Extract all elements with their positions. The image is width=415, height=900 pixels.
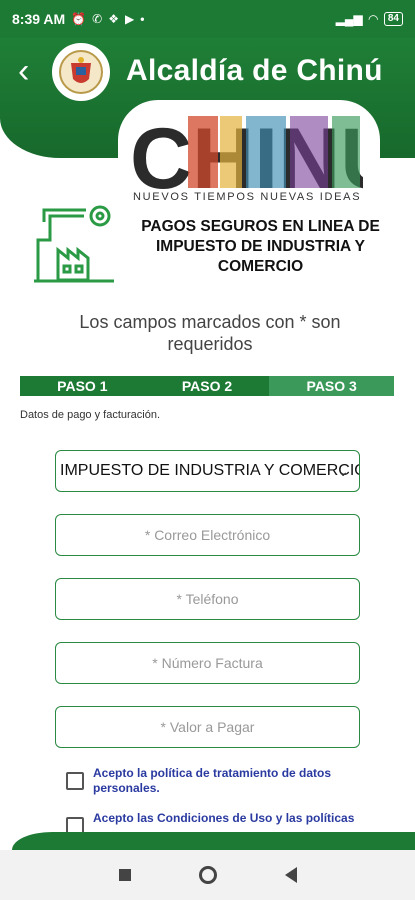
- recents-icon[interactable]: [118, 869, 131, 881]
- step-3[interactable]: PASO 3: [269, 376, 395, 396]
- logo-slogan: NUEVOS TIEMPOS NUEVAS IDEAS: [133, 191, 362, 203]
- step-progress: PASO 1 PASO 2 PASO 3: [20, 376, 395, 396]
- status-bar: 8:39 AM ⏰ ✆ ❖ ▶ • ▂▄▆ ◠ 84: [0, 0, 415, 38]
- terms-link[interactable]: Acepto las Condiciones de Uso y las polí…: [93, 811, 363, 826]
- chinu-logo: CHINÚ: [130, 111, 363, 203]
- amount-field[interactable]: * Valor a Pagar: [55, 706, 360, 748]
- invoice-number-field[interactable]: * Número Factura: [55, 642, 360, 684]
- chevron-left-icon: ‹: [18, 52, 30, 90]
- amount-placeholder: * Valor a Pagar: [160, 719, 255, 735]
- tax-type-select[interactable]: IMPUESTO DE INDUSTRIA Y COMERCIO ⌄: [55, 450, 360, 492]
- footer-band: [12, 832, 415, 852]
- dot-icon: •: [140, 12, 145, 26]
- home-icon[interactable]: [198, 866, 217, 884]
- tax-type-value: IMPUESTO DE INDUSTRIA Y COMERCIO: [60, 462, 360, 479]
- privacy-link[interactable]: Acepto la política de tratamiento de dat…: [93, 766, 363, 796]
- step-1[interactable]: PASO 1: [20, 376, 145, 396]
- signal-icon: ▂▄▆: [335, 12, 363, 26]
- privacy-consent-row: Acepto la política de tratamiento de dat…: [66, 766, 363, 796]
- required-fields-note: Los campos marcados con * son requeridos: [79, 312, 341, 354]
- page-heading: PAGOS SEGUROS EN LINEA DE IMPUESTO DE IN…: [141, 218, 380, 275]
- app-title: Alcaldía de Chinú: [126, 54, 383, 87]
- battery-icon: 84: [383, 12, 403, 26]
- status-time: 8:39 AM: [12, 11, 66, 27]
- back-button[interactable]: ‹: [18, 54, 48, 90]
- alarm-icon: ⏰: [71, 12, 87, 26]
- municipal-crest-logo: [52, 43, 110, 101]
- system-nav-bar: [0, 850, 415, 900]
- email-placeholder: * Correo Electrónico: [144, 527, 271, 543]
- phone-field[interactable]: * Teléfono: [55, 578, 360, 620]
- section-label: Datos de pago y facturación.: [20, 409, 161, 421]
- youtube-icon: ▶: [124, 12, 135, 26]
- app-icon: ❖: [108, 12, 119, 26]
- step-2[interactable]: PASO 2: [144, 376, 270, 396]
- back-triangle-icon[interactable]: [284, 867, 297, 883]
- whatsapp-icon: ✆: [92, 12, 103, 26]
- email-field[interactable]: * Correo Electrónico: [55, 514, 360, 556]
- phone-placeholder: * Teléfono: [176, 591, 239, 607]
- privacy-checkbox[interactable]: [66, 772, 84, 790]
- factory-gear-icon: [34, 205, 114, 283]
- invoice-placeholder: * Número Factura: [152, 655, 263, 671]
- wifi-icon: ◠: [368, 12, 378, 26]
- chevron-down-icon: ⌄: [337, 463, 349, 479]
